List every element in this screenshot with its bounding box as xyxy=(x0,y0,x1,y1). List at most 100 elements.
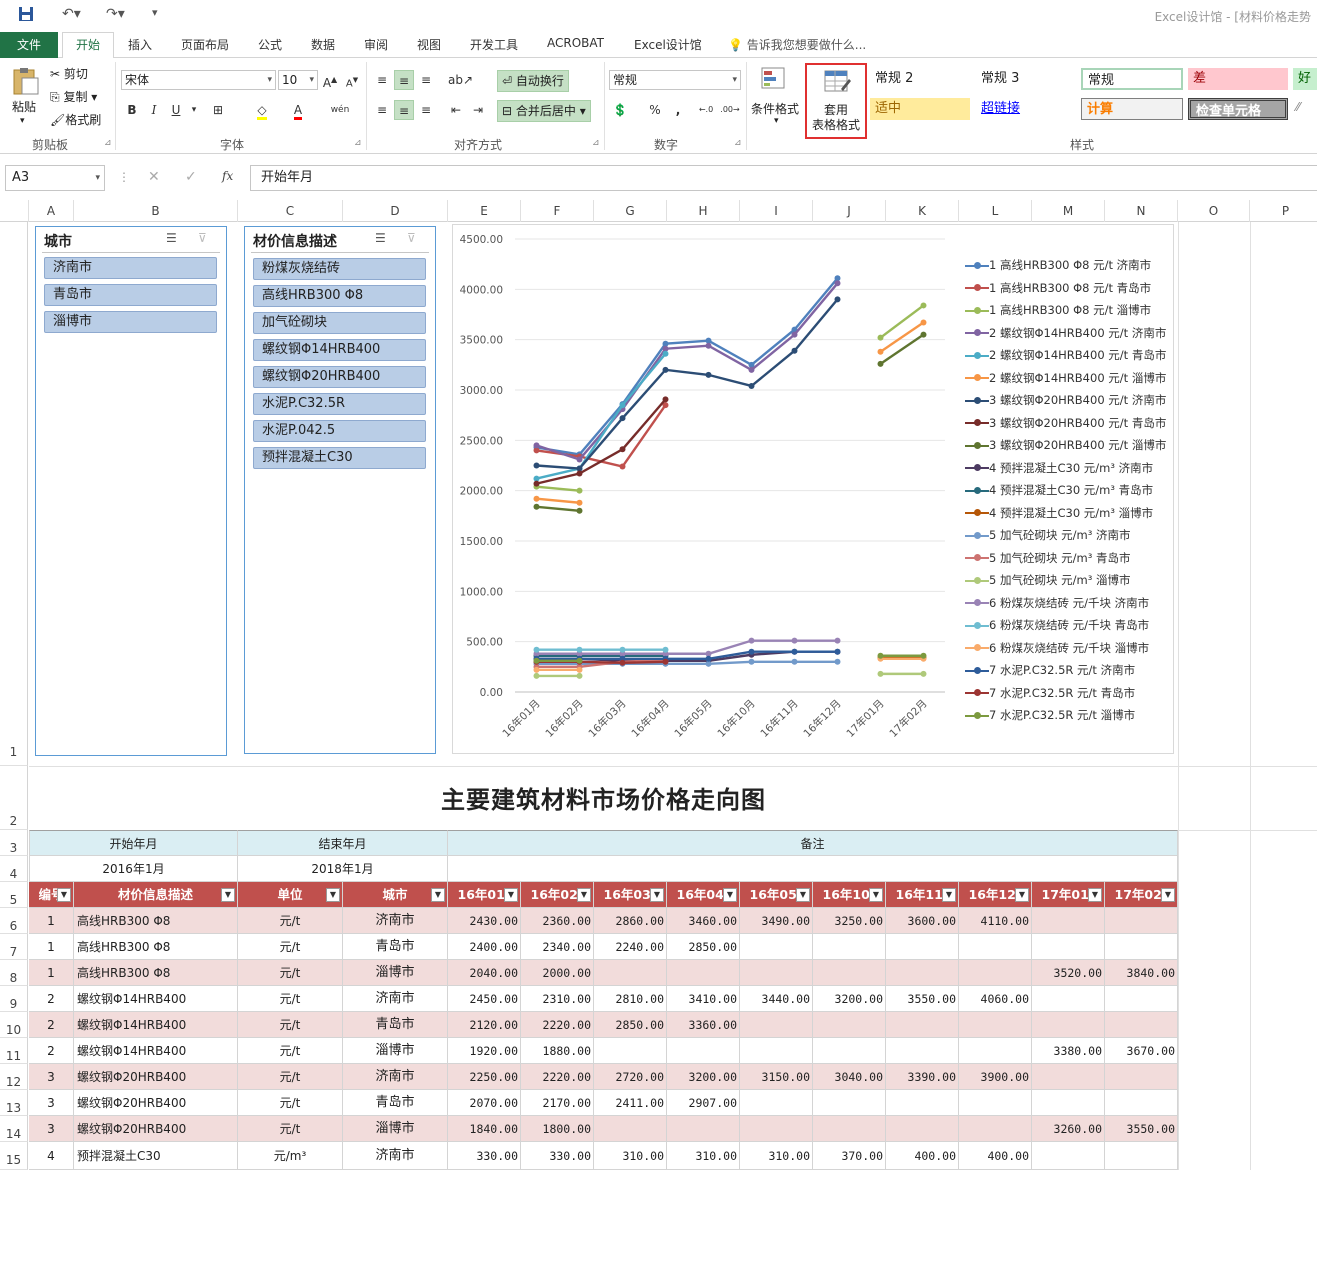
table-header-cell[interactable]: 材价信息描述 ▼ xyxy=(74,882,238,908)
conditional-format-icon[interactable] xyxy=(760,66,790,94)
underline-dropdown-icon[interactable]: ▾ xyxy=(184,100,204,120)
data-point[interactable] xyxy=(748,648,755,655)
table-cell[interactable]: 2450.00 xyxy=(448,986,521,1012)
table-cell[interactable] xyxy=(1105,908,1178,934)
tab-home[interactable]: 开始 xyxy=(62,32,114,59)
data-point[interactable] xyxy=(791,347,798,354)
data-point[interactable] xyxy=(791,331,798,338)
column-header[interactable]: H xyxy=(667,200,740,222)
slicer-item[interactable]: 青岛市 xyxy=(44,284,217,306)
table-header-cell[interactable]: 城市 ▼ xyxy=(343,882,448,908)
table-cell[interactable]: 2170.00 xyxy=(521,1090,594,1116)
table-cell[interactable]: 济南市 xyxy=(343,908,448,934)
table-cell[interactable] xyxy=(959,1038,1032,1064)
data-point[interactable] xyxy=(576,646,583,653)
row-header[interactable]: 8 xyxy=(0,960,28,986)
table-cell[interactable] xyxy=(813,960,886,986)
table-cell[interactable]: 高线HRB300 Φ8 xyxy=(74,960,238,986)
table-cell[interactable]: 2000.00 xyxy=(521,960,594,986)
table-cell[interactable] xyxy=(886,1038,959,1064)
table-cell[interactable] xyxy=(959,960,1032,986)
align-right-icon[interactable]: ≡ xyxy=(416,100,436,120)
table-cell[interactable]: 370.00 xyxy=(813,1142,886,1170)
data-point[interactable] xyxy=(877,348,884,355)
filter-dropdown-icon[interactable]: ▼ xyxy=(577,888,591,902)
row-header[interactable]: 3 xyxy=(0,830,28,856)
enter-icon[interactable]: ✓ xyxy=(185,169,197,185)
column-header[interactable]: D xyxy=(343,200,448,222)
data-point[interactable] xyxy=(576,507,583,514)
table-header-cell[interactable]: 16年02月▼ xyxy=(521,882,594,908)
table-cell[interactable]: 2040.00 xyxy=(448,960,521,986)
filter-dropdown-icon[interactable]: ▼ xyxy=(796,888,810,902)
clear-filter-icon[interactable]: ⊽ xyxy=(198,231,207,245)
data-point[interactable] xyxy=(877,360,884,367)
table-header-cell[interactable]: 17年02月▼ xyxy=(1105,882,1178,908)
table-cell[interactable] xyxy=(1032,986,1105,1012)
table-cell[interactable]: 3550.00 xyxy=(1105,1116,1178,1142)
table-header-cell[interactable]: 16年05月▼ xyxy=(740,882,813,908)
filter-dropdown-icon[interactable]: ▼ xyxy=(57,888,71,902)
clear-filter-icon[interactable]: ⊽ xyxy=(407,231,416,245)
note-value[interactable] xyxy=(448,856,1178,882)
table-cell[interactable]: 3150.00 xyxy=(740,1064,813,1090)
slicer-item[interactable]: 加气砼砌块 xyxy=(253,312,426,334)
style-calculation[interactable]: 计算 xyxy=(1081,98,1183,120)
table-cell[interactable]: 2310.00 xyxy=(521,986,594,1012)
increase-indent-icon[interactable]: ⇥ xyxy=(468,100,488,120)
style-normal[interactable]: 常规 xyxy=(1081,68,1183,90)
table-cell[interactable]: 400.00 xyxy=(886,1142,959,1170)
data-point[interactable] xyxy=(662,646,669,653)
table-cell[interactable]: 2250.00 xyxy=(448,1064,521,1090)
chart-series[interactable] xyxy=(533,670,927,679)
decrease-decimal-icon[interactable]: .00→ xyxy=(720,100,740,120)
table-cell[interactable] xyxy=(1032,1064,1105,1090)
tab-acrobat[interactable]: ACROBAT xyxy=(547,36,604,50)
price-trend-chart[interactable]: 0.00 500.00 1000.00 1500.00 2000.00 2500.00 30… xyxy=(452,224,1174,754)
decrease-font-icon[interactable]: A▼ xyxy=(342,70,362,90)
data-point[interactable] xyxy=(834,637,841,644)
align-center-icon[interactable]: ≡ xyxy=(394,100,414,120)
dialog-launcher-icon[interactable]: ⊿ xyxy=(104,138,112,148)
style-hyperlink[interactable]: 超链接 xyxy=(976,98,1076,120)
table-cell[interactable] xyxy=(1105,1090,1178,1116)
table-cell[interactable]: 高线HRB300 Φ8 xyxy=(74,934,238,960)
data-point[interactable] xyxy=(705,655,712,662)
table-cell[interactable] xyxy=(740,1116,813,1142)
table-header-cell[interactable]: 16年04月▼ xyxy=(667,882,740,908)
font-size-combo[interactable]: 10 ▾ xyxy=(278,70,318,90)
legend-item[interactable]: 2 螺纹钢Φ14HRB400 元/t 济南市 xyxy=(965,325,1166,341)
data-point[interactable] xyxy=(920,670,927,677)
legend-item[interactable]: 1 高线HRB300 Φ8 元/t 淄博市 xyxy=(965,302,1151,318)
table-cell[interactable]: 2120.00 xyxy=(448,1012,521,1038)
name-box[interactable]: A3 ▾ xyxy=(5,165,105,191)
data-point[interactable] xyxy=(576,672,583,679)
table-cell[interactable]: 2 xyxy=(29,986,74,1012)
table-cell[interactable]: 1800.00 xyxy=(521,1116,594,1142)
table-cell[interactable]: 元/t xyxy=(238,1012,343,1038)
legend-item[interactable]: 6 粉煤灰烧结砖 元/千块 济南市 xyxy=(965,595,1149,611)
start-month-value[interactable]: 2016年1月 xyxy=(29,856,238,882)
table-header-cell[interactable]: 17年01月▼ xyxy=(1032,882,1105,908)
slicer-item[interactable]: 水泥P.C32.5R xyxy=(253,393,426,415)
table-cell[interactable]: 310.00 xyxy=(667,1142,740,1170)
data-point[interactable] xyxy=(576,666,583,673)
data-point[interactable] xyxy=(662,366,669,373)
end-month-value[interactable]: 2018年1月 xyxy=(238,856,448,882)
column-header[interactable]: N xyxy=(1105,200,1178,222)
table-cell[interactable]: 3520.00 xyxy=(1032,960,1105,986)
slicer-item[interactable]: 螺纹钢Φ20HRB400 xyxy=(253,366,426,388)
data-point[interactable] xyxy=(533,666,540,673)
data-point[interactable] xyxy=(619,463,626,470)
dialog-launcher-icon[interactable]: ⊿ xyxy=(592,138,600,148)
table-cell[interactable]: 2860.00 xyxy=(594,908,667,934)
table-cell[interactable] xyxy=(594,960,667,986)
table-cell[interactable]: 淄博市 xyxy=(343,960,448,986)
data-point[interactable] xyxy=(791,637,798,644)
wrap-text-button[interactable]: ⏎ 自动换行 xyxy=(497,70,569,92)
legend-item[interactable]: 4 预拌混凝土C30 元/m³ 济南市 xyxy=(965,460,1153,476)
table-cell[interactable]: 济南市 xyxy=(343,986,448,1012)
data-point[interactable] xyxy=(662,658,669,665)
data-point[interactable] xyxy=(748,637,755,644)
tell-me-box[interactable]: 💡 告诉我您想要做什么... xyxy=(728,36,866,53)
